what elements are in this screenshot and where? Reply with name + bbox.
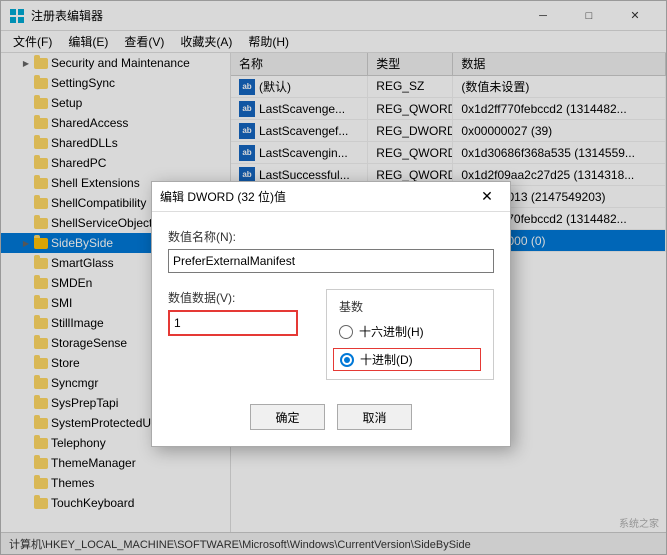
ok-button[interactable]: 确定: [250, 404, 325, 430]
radio-hex-item[interactable]: 十六进制(H): [339, 323, 481, 340]
value-data-input[interactable]: [168, 310, 298, 336]
modal-overlay: 编辑 DWORD (32 位)值 ✕ 数值名称(N): 数值数据(V): 基数: [1, 1, 666, 554]
cancel-button[interactable]: 取消: [337, 404, 412, 430]
value-data-label: 数值数据(V):: [168, 289, 310, 306]
radio-dec-label: 十进制(D): [360, 351, 413, 368]
radio-dec-item[interactable]: 十进制(D): [333, 348, 481, 371]
dialog-body: 数值名称(N): 数值数据(V): 基数 十六进制(H): [152, 212, 510, 446]
dialog-close-button[interactable]: ✕: [472, 183, 502, 211]
base-label: 基数: [339, 298, 481, 315]
radio-group: 十六进制(H) 十进制(D): [339, 323, 481, 371]
dialog-buttons: 确定 取消: [168, 396, 494, 430]
main-window: 注册表编辑器 ─ □ ✕ 文件(F) 编辑(E) 查看(V) 收藏夹(A) 帮助…: [0, 0, 667, 555]
dialog-title: 编辑 DWORD (32 位)值: [160, 188, 472, 205]
radio-hex-button[interactable]: [339, 325, 353, 339]
base-section: 基数 十六进制(H) 十进制(D): [326, 289, 494, 380]
value-name-input[interactable]: [168, 249, 494, 273]
radio-dec-button[interactable]: [340, 353, 354, 367]
edit-dword-dialog: 编辑 DWORD (32 位)值 ✕ 数值名称(N): 数值数据(V): 基数: [151, 181, 511, 447]
value-name-label: 数值名称(N):: [168, 228, 494, 245]
dialog-title-bar: 编辑 DWORD (32 位)值 ✕: [152, 182, 510, 212]
dialog-row: 数值数据(V): 基数 十六进制(H) 十进制(D): [168, 289, 494, 380]
value-data-section: 数值数据(V):: [168, 289, 310, 380]
radio-hex-label: 十六进制(H): [359, 323, 424, 340]
